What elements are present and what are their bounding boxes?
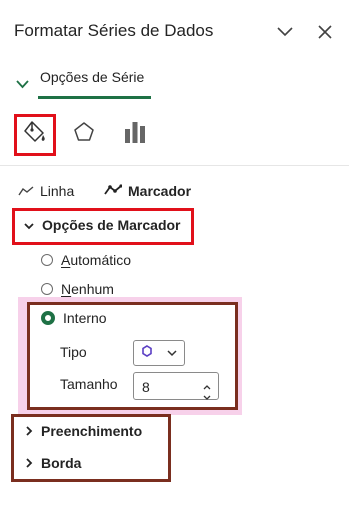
radio-none[interactable]: Nenhum bbox=[41, 281, 114, 297]
toolbar-divider bbox=[0, 165, 349, 166]
size-value: 8 bbox=[142, 379, 150, 395]
subtab-line-label: Linha bbox=[40, 183, 75, 199]
border-section-header[interactable]: Borda bbox=[25, 455, 81, 471]
pane-title: Formatar Séries de Dados bbox=[14, 21, 214, 40]
subtab-line[interactable]: Linha bbox=[18, 183, 74, 199]
fill-line-button[interactable] bbox=[14, 114, 56, 156]
subtab-marker-label: Marcador bbox=[128, 183, 192, 199]
chevron-down-icon bbox=[167, 344, 177, 362]
type-label: Tipo bbox=[60, 344, 87, 360]
radio-automatic-label: Automático bbox=[61, 252, 131, 268]
effects-button[interactable] bbox=[67, 117, 101, 151]
access-key: A bbox=[61, 252, 71, 268]
chevron-right-icon bbox=[25, 423, 33, 439]
radio-circle bbox=[41, 283, 53, 295]
label-rest: enhum bbox=[71, 281, 114, 297]
tab-chevron-icon[interactable] bbox=[16, 76, 29, 94]
radio-automatic[interactable]: Automático bbox=[41, 252, 131, 268]
marker-icon bbox=[104, 183, 123, 199]
fill-section-header[interactable]: Preenchimento bbox=[25, 423, 142, 439]
chevron-down-icon[interactable] bbox=[274, 21, 296, 43]
radio-internal-label: Interno bbox=[63, 310, 107, 326]
chevron-down-icon bbox=[24, 217, 34, 233]
radio-selected-circle bbox=[41, 311, 55, 325]
close-icon[interactable] bbox=[314, 21, 336, 43]
size-label: Tamanho bbox=[60, 376, 118, 392]
fill-line-icon bbox=[22, 119, 48, 152]
line-icon bbox=[18, 183, 34, 199]
effects-pentagon-icon bbox=[72, 120, 96, 149]
stepper-down-icon[interactable] bbox=[203, 388, 211, 406]
border-section-label: Borda bbox=[41, 455, 82, 471]
marker-type-dropdown[interactable] bbox=[133, 340, 185, 366]
fill-section-label: Preenchimento bbox=[41, 423, 143, 439]
radio-internal[interactable]: Interno bbox=[41, 310, 107, 326]
tab-active-indicator bbox=[38, 96, 151, 99]
series-options-bar-icon bbox=[122, 119, 148, 150]
marker-size-stepper[interactable]: 8 bbox=[133, 372, 219, 400]
marker-options-header[interactable]: Opções de Marcador bbox=[24, 217, 181, 233]
series-options-button[interactable] bbox=[118, 117, 152, 151]
subtab-marker[interactable]: Marcador bbox=[104, 183, 191, 199]
label-rest: utomático bbox=[70, 252, 132, 268]
access-key: N bbox=[61, 281, 72, 297]
marker-type-preview-icon bbox=[141, 344, 153, 362]
radio-circle bbox=[41, 254, 53, 266]
marker-options-heading: Opções de Marcador bbox=[42, 217, 181, 233]
tab-series-options[interactable]: Opções de Série bbox=[40, 69, 144, 85]
chevron-right-icon bbox=[25, 455, 33, 471]
radio-none-label: Nenhum bbox=[61, 281, 114, 297]
